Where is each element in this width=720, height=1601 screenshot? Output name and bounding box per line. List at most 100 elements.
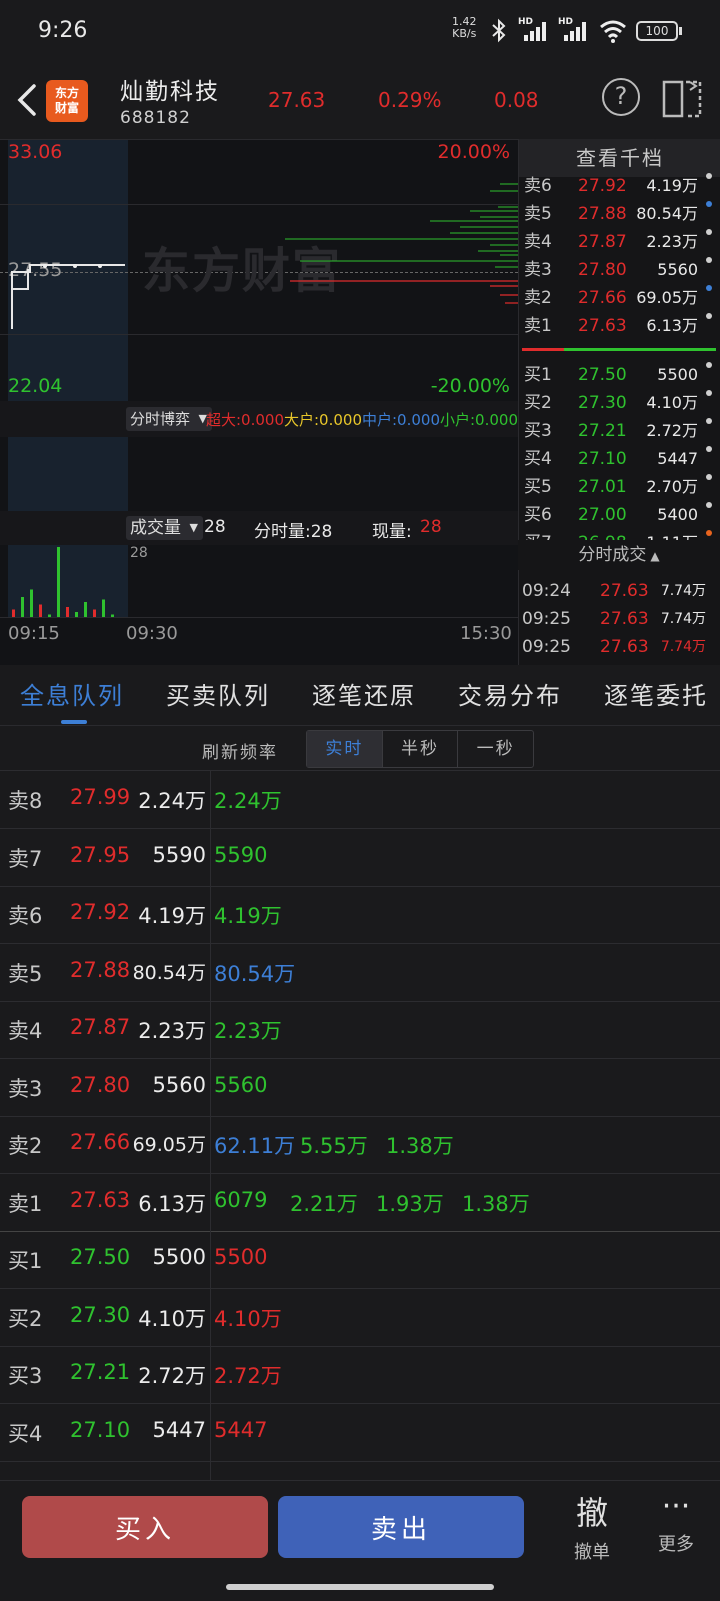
refresh-segmented: 实时 半秒 一秒	[306, 730, 534, 768]
bid-level-label: 买4	[524, 449, 552, 469]
queue-row[interactable]: 卖1 27.63 6.13万 6079 2.21万 1.93万 1.38万	[0, 1174, 720, 1232]
ask-level-label: 卖3	[524, 260, 552, 280]
bid-level[interactable]: 买5 27.01 2.70万	[524, 474, 714, 500]
queue-order: 4.19万	[214, 904, 282, 928]
stock-name: 灿勤科技	[120, 79, 220, 105]
queue-order: 5447	[214, 1417, 268, 1442]
tab-4[interactable]: 交易分布	[458, 676, 562, 711]
help-icon[interactable]: ?	[602, 78, 640, 116]
queue-order: 5590	[214, 842, 268, 867]
order-dot-icon	[706, 446, 712, 452]
bid-level[interactable]: 买3 27.21 2.72万	[524, 418, 714, 444]
ask-level-price: 27.88	[578, 204, 627, 224]
queue-level-label: 卖3	[8, 1076, 43, 1101]
volume-selector[interactable]: 成交量 ▼	[126, 516, 203, 540]
queue-level-price: 27.50	[70, 1245, 131, 1269]
back-arrow-icon[interactable]	[12, 80, 40, 120]
view-thousand-levels-button[interactable]: 查看千档	[519, 139, 720, 177]
queue-level-volume: 4.19万	[138, 904, 206, 928]
queue-order: 62.11万	[214, 1134, 296, 1158]
queue-row[interactable]: 卖4 27.87 2.23万 2.23万	[0, 1001, 720, 1059]
ask-level-label: 卖4	[524, 232, 552, 252]
eastmoney-logo: 东方 财富	[46, 80, 88, 122]
queue-level-label: 卖4	[8, 1019, 43, 1043]
bid-level-price: 27.00	[578, 505, 627, 525]
layout-switch-icon[interactable]	[662, 78, 706, 120]
queue-level-volume: 5447	[152, 1417, 206, 1442]
queue-row[interactable]: 卖3 27.80 5560 5560	[0, 1059, 720, 1117]
refresh-option[interactable]: 一秒	[457, 731, 533, 767]
volume-bar	[30, 589, 33, 617]
signal-icon-2: HD	[558, 17, 592, 43]
net-speed-unit: KB/s	[452, 27, 477, 40]
refresh-label: 刷新频率	[202, 743, 278, 763]
queue-row[interactable]: 买1 27.50 5500 5500	[0, 1231, 720, 1289]
queue-level-label: 买1	[8, 1249, 43, 1273]
ask-level[interactable]: 卖3 27.80 5560	[524, 257, 714, 283]
queue-row[interactable]: 卖6 27.92 4.19万 4.19万	[0, 886, 720, 944]
time-start: 09:15	[8, 623, 60, 644]
queue-order: 2.23万	[214, 1019, 282, 1043]
trade-volume: 7.74万	[660, 639, 706, 655]
buy-button[interactable]: 买入	[22, 1496, 268, 1558]
tab-1[interactable]: 全息队列	[20, 676, 124, 711]
bid-level-price: 27.50	[578, 365, 627, 385]
ask-level[interactable]: 卖4 27.87 2.23万	[524, 229, 714, 255]
ask-level-price: 27.87	[578, 232, 627, 252]
refresh-option[interactable]: 实时	[307, 731, 382, 767]
volume-bar: 成交量 ▼ 28 分时量:28 现量: 28	[0, 511, 518, 545]
queue-row[interactable]: 卖8 27.99 2.24万 2.24万	[0, 771, 720, 829]
tab-2[interactable]: 买卖队列	[166, 676, 270, 711]
ask-level-price: 27.92	[578, 176, 627, 196]
cancel-order-button[interactable]: 撤 撤单	[562, 1488, 622, 1564]
queue-level-volume: 69.05万	[132, 1134, 206, 1156]
bid-level-price: 27.10	[578, 449, 627, 469]
ask-level-volume: 5560	[657, 260, 698, 279]
queue-column-divider	[210, 771, 211, 1481]
queue-order: 2.24万	[214, 789, 282, 813]
tab-3[interactable]: 逐笔还原	[312, 676, 416, 711]
ask-level[interactable]: 卖6 27.92 4.19万	[524, 173, 714, 199]
bid-level[interactable]: 买4 27.10 5447	[524, 446, 714, 472]
trade-row: 09:24 27.63 7.74万	[522, 578, 712, 604]
volume-bar	[93, 609, 96, 617]
queue-order: 1.38万	[462, 1191, 530, 1216]
bid-level[interactable]: 买6 27.00 5400	[524, 502, 714, 528]
fund-selector[interactable]: 分时博弈 ▼	[126, 407, 213, 431]
ask-level[interactable]: 卖5 27.88 80.54万	[524, 201, 714, 227]
volume-bar	[39, 604, 42, 617]
queue-row[interactable]: 卖2 27.66 69.05万 62.11万 5.55万 1.38万	[0, 1116, 720, 1174]
trades-header[interactable]: 分时成交 ▲	[518, 540, 720, 570]
queue-row[interactable]: 买3 27.21 2.72万 2.72万	[0, 1346, 720, 1404]
queue-row[interactable]: 买4 27.10 5447 5447	[0, 1404, 720, 1462]
ask-level-label: 卖5	[524, 204, 552, 224]
bid-level-label: 买5	[524, 477, 552, 497]
chart-panel[interactable]: 东方财富 33.06 20.00% 27.55 22.04 -20.00% 分时…	[0, 139, 518, 665]
bluetooth-icon	[492, 18, 506, 43]
order-dot-icon	[706, 362, 712, 368]
queue-level-volume: 2.24万	[138, 789, 206, 813]
tab-5[interactable]: 逐笔委托	[604, 676, 716, 711]
home-indicator	[226, 1584, 494, 1590]
sell-button[interactable]: 卖出	[278, 1496, 524, 1558]
bid-level[interactable]: 买1 27.50 5500	[524, 362, 714, 388]
trades-title: 分时成交	[578, 545, 647, 565]
order-dot-icon	[706, 502, 712, 508]
queue-order: 2.21万	[290, 1191, 358, 1216]
queue-row[interactable]: 买2 27.30 4.10万 4.10万	[0, 1289, 720, 1347]
network-speed: 1.42 KB/s	[452, 16, 477, 40]
queue-row[interactable]: 卖7 27.95 5590 5590	[0, 829, 720, 887]
header-percent: 0.29%	[378, 88, 442, 112]
queue-level-price: 27.88	[70, 957, 131, 982]
order-dot-icon	[706, 285, 712, 291]
refresh-option[interactable]: 半秒	[381, 731, 458, 767]
bid-level-price: 27.30	[578, 393, 627, 413]
dropdown-triangle-icon: ▼	[189, 521, 198, 534]
more-button[interactable]: ··· 更多	[646, 1488, 706, 1556]
ask-level[interactable]: 卖2 27.66 69.05万	[524, 285, 714, 311]
queue-row[interactable]: 卖5 27.88 80.54万 80.54万	[0, 944, 720, 1002]
queue-level-label: 卖7	[8, 846, 43, 871]
ask-level[interactable]: 卖1 27.63 6.13万	[524, 313, 714, 339]
bid-level[interactable]: 买2 27.30 4.10万	[524, 390, 714, 416]
queue-level-price: 27.99	[70, 785, 131, 809]
